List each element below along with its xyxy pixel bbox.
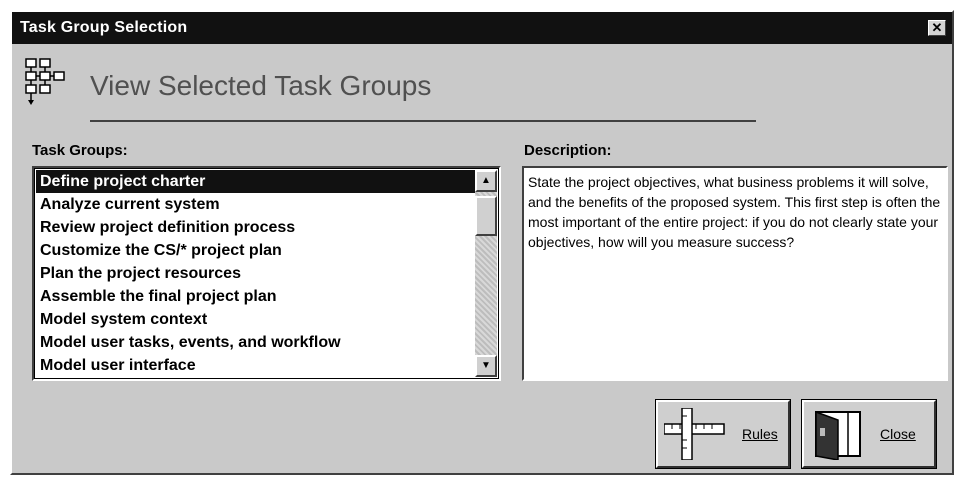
task-groups-label: Task Groups: (32, 142, 128, 159)
scroll-thumb[interactable] (475, 196, 497, 236)
close-button[interactable]: Close (801, 399, 937, 469)
rules-button[interactable]: Rules (655, 399, 791, 469)
window-title: Task Group Selection (20, 19, 188, 36)
rules-label: Rules (742, 426, 778, 442)
list-item[interactable]: Model user tasks, events, and workflow (36, 331, 477, 354)
list-item[interactable]: Customize the CS/* project plan (36, 239, 477, 262)
task-network-icon (25, 58, 65, 105)
list-item[interactable]: Review project definition process (36, 216, 477, 239)
list-item[interactable]: Model user interface (36, 354, 477, 377)
description-text: State the project objectives, what busin… (522, 166, 948, 381)
door-icon (815, 410, 861, 460)
ruler-icon (664, 408, 725, 460)
task-groups-listbox[interactable]: Define project charter Analyze current s… (32, 166, 501, 381)
list-item[interactable]: Define project charter (36, 170, 477, 193)
page-title: View Selected Task Groups (90, 70, 432, 101)
task-groups-list: Define project charter Analyze current s… (36, 170, 477, 377)
task-groups-scrollbar[interactable]: ▲ ▼ (475, 170, 497, 377)
list-item[interactable]: Analyze current system (36, 193, 477, 216)
description-label: Description: (524, 142, 612, 159)
close-label: Close (880, 426, 916, 442)
list-item[interactable]: Plan the project resources (36, 262, 477, 285)
window-close-button[interactable]: ✕ (928, 20, 946, 36)
list-item[interactable]: Model system context (36, 308, 477, 331)
scroll-up-button[interactable]: ▲ (475, 170, 497, 192)
list-item[interactable]: Assemble the final project plan (36, 285, 477, 308)
title-bar: Task Group Selection ✕ (12, 12, 952, 44)
scroll-down-button[interactable]: ▼ (475, 355, 497, 377)
task-group-selection-dialog: Task Group Selection ✕ View Selected Tas… (10, 10, 954, 475)
header-divider (90, 120, 756, 122)
